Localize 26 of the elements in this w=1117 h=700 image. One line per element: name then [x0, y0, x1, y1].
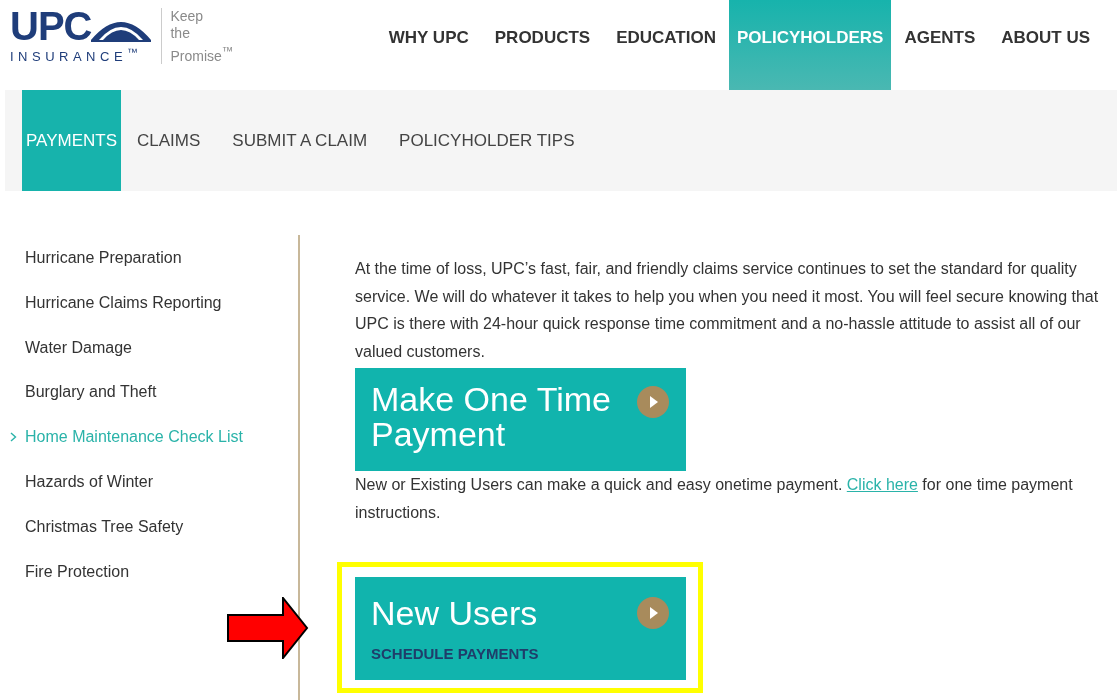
sidebar-item[interactable]: Hurricane Preparation	[0, 249, 298, 294]
logo-tagline: Promise$^{™}$	[170, 43, 234, 65]
logo-tagline: Keep	[170, 8, 205, 25]
sidebar-item[interactable]: Fire Protection	[0, 562, 298, 608]
sidebar-item[interactable]: Water Damage	[0, 338, 298, 384]
logo-subtitle: INSURANCE$^{™}$	[10, 46, 144, 65]
logo-tagline: the	[170, 25, 191, 42]
intro-paragraph: At the time of loss, UPC’s fast, fair, and friendly claims service continues to set the standard for quality service. We will do whatever it takes to help you when you need it most. You will feel secure knowing that UPC is there with 24-hour quick response time commitment and a no-hassle attitude to assist all of our valued customers.	[355, 259, 1100, 362]
nav-tab[interactable]: AGENTS	[891, 0, 989, 90]
subnav-tab[interactable]: CLAIMS	[121, 90, 217, 191]
subnav-tab[interactable]: SUBMIT A CLAIM	[216, 90, 384, 191]
nav-tab[interactable]: WHY UPC	[375, 0, 482, 90]
play-icon	[637, 386, 669, 418]
subnav-tab[interactable]: POLICYHOLDER TIPS	[383, 90, 591, 191]
sidebar-item[interactable]: Hazards of Winter	[0, 473, 298, 518]
nav-tab[interactable]: PRODUCTS	[481, 0, 604, 90]
play-icon	[637, 597, 669, 629]
new-users-button[interactable]: New Users SCHEDULE PAYMENTS	[355, 577, 686, 680]
payment-note: New or Existing Users can make a quick and easy onetime payment. Click here for one time payment instructions.	[355, 475, 1074, 523]
nav-tab[interactable]: ABOUT US	[988, 0, 1103, 90]
logo-wordmark: UPC	[10, 8, 92, 44]
chevron-icon	[10, 432, 17, 443]
sidebar-item[interactable]: Burglary and Theft	[0, 383, 298, 429]
sidebar-item[interactable]: Christmas Tree Safety	[0, 517, 298, 563]
nav-tab[interactable]: EDUCATION	[603, 0, 729, 90]
sidebar-item[interactable]: Hurricane Claims Reporting	[0, 293, 298, 339]
